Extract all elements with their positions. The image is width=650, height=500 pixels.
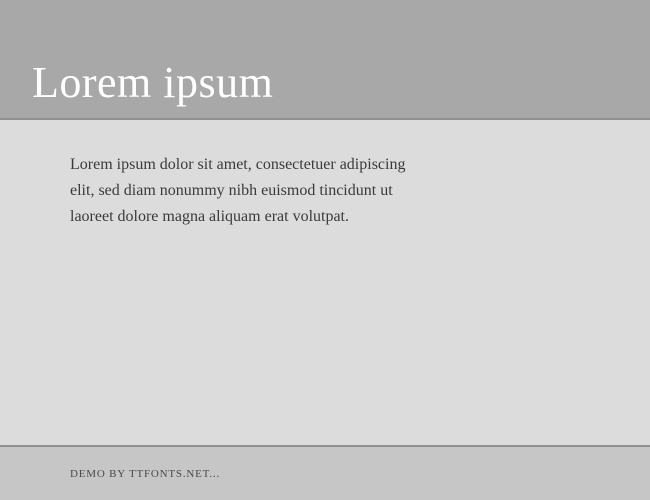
header-banner: Lorem ipsum [0,0,650,120]
footer-credit: DEMO BY TTFONTS.NET... [70,468,220,480]
page-title: Lorem ipsum [32,57,273,108]
body-paragraph: Lorem ipsum dolor sit amet, consectetuer… [70,152,410,230]
content-area: Lorem ipsum dolor sit amet, consectetuer… [0,120,650,445]
footer-bar: DEMO BY TTFONTS.NET... [0,445,650,500]
